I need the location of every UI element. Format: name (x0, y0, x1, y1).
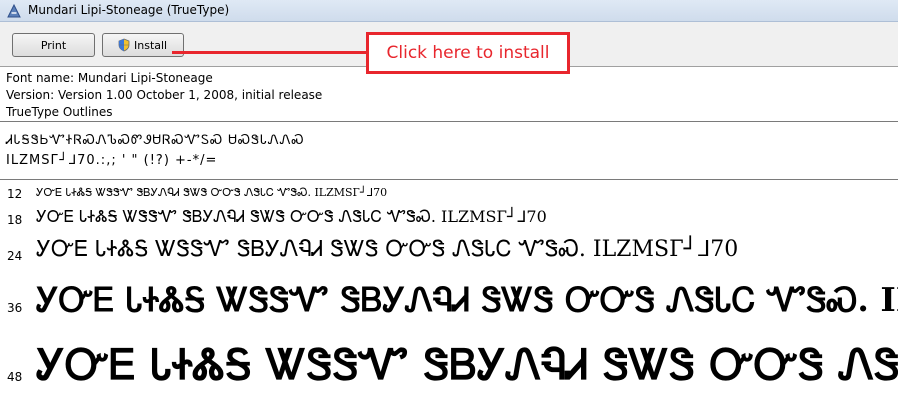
size-label: 24 (7, 249, 23, 263)
charset-line-letters: ᏗᏓᎦᏕᏏᏉᏐᏒᏍᏁᏖᏍᏛᏭᏌᏒᏍᏉᏚᏍ ᏌᏍᏕᏓᏁᏁᏍ (6, 133, 305, 148)
sample-text: ᎩᏅᎬ ᏓᏐᏜᎦ ᏔᏕᏕᏉ ᏕᏴᎩᏁᏄᏗ ᏕᏔᏕ ᏅᏅᏕ ᏁᏕᏓᏟ ᏉᏕᏍ. I… (36, 280, 898, 319)
uac-shield-icon (118, 38, 130, 52)
callout-text: Click here to install (386, 43, 550, 63)
title-bar: Mundari Lipi-Stoneage (TrueType) (0, 0, 898, 22)
sample-text: ᎩᏅᎬ ᏓᏐᏜᎦ ᏔᏕᏕᏉ ᏕᏴᎩᏁᏄᏗ ᏕᏔᏕ ᏅᏅᏕ ᏁᏕᏓᏟ ᏉᏕᏍ. I… (36, 207, 547, 226)
size-label: 18 (7, 213, 23, 227)
size-label: 12 (7, 187, 23, 201)
divider (0, 121, 898, 122)
sample-row-24: 24 ᎩᏅᎬ ᏓᏐᏜᎦ ᏔᏕᏕᏉ ᏕᏴᎩᏁᏄᏗ ᏕᏔᏕ ᏅᏅᏕ ᏁᏕᏓᏟ ᏉᏕᏍ… (0, 234, 898, 276)
install-button-label: Install (134, 38, 168, 52)
size-label: 36 (7, 301, 23, 315)
font-info: Font name: Mundari Lipi-Stoneage Version… (6, 70, 322, 121)
font-version-line: Version: Version 1.00 October 1, 2008, i… (6, 88, 323, 102)
sample-text: ᎩᏅᎬ ᏓᏐᏜᎦ ᏔᏕᏕᏉ ᏕᏴᎩᏁᏄᏗ ᏕᏔᏕ ᏅᏅᏕ ᏁᏕᏓᏟ ᏉᏕᏍ. I… (36, 237, 739, 262)
sample-row-18: 18 ᎩᏅᎬ ᏓᏐᏜᎦ ᏔᏕᏕᏉ ᏕᏴᎩᏁᏄᏗ ᏕᏔᏕ ᏅᏅᏕ ᏁᏕᏓᏟ ᏉᏕᏍ… (0, 205, 898, 233)
character-set: ᏗᏓᎦᏕᏏᏉᏐᏒᏍᏁᏖᏍᏛᏭᏌᏒᏍᏉᏚᏍ ᏌᏍᏕᏓᏁᏁᏍ ILZMSГ┘ᒧ70.… (6, 131, 305, 171)
install-callout: Click here to install (366, 32, 570, 74)
font-name-line: Font name: Mundari Lipi-Stoneage (6, 71, 213, 85)
sample-row-36: 36 ᎩᏅᎬ ᏓᏐᏜᎦ ᏔᏕᏕᏉ ᏕᏴᎩᏁᏄᏗ ᏕᏔᏕ ᏅᏅᏕ ᏁᏕᏓᏟ ᏉᏕᏍ… (0, 276, 898, 336)
sample-row-48: 48 ᎩᏅᎬ ᏓᏐᏜᎦ ᏔᏕᏕᏉ ᏕᏴᎩᏁᏄᏗ ᏕᏔᏕ ᏅᏅᏕ ᏁᏕ (0, 338, 898, 403)
window-title: Mundari Lipi-Stoneage (TrueType) (28, 3, 230, 17)
sample-row-12: 12 ᎩᏅᎬ ᏓᏐᏜᎦ ᏔᏕᏕᏉ ᏕᏴᎩᏁᏄᏗ ᏕᏔᏕ ᏅᏅᏕ ᏁᏕᏓᏟ ᏉᏕᏍ… (0, 184, 898, 204)
print-button[interactable]: Print (12, 33, 95, 57)
font-viewer-icon (7, 3, 21, 18)
size-label: 48 (7, 370, 23, 384)
sample-text: ᎩᏅᎬ ᏓᏐᏜᎦ ᏔᏕᏕᏉ ᏕᏴᎩᏁᏄᏗ ᏕᏔᏕ ᏅᏅᏕ ᏁᏕᏓᏟ ᏉᏕᏍ. I… (36, 186, 388, 199)
divider (0, 179, 898, 180)
print-button-label: Print (40, 38, 67, 52)
sample-text: ᎩᏅᎬ ᏓᏐᏜᎦ ᏔᏕᏕᏉ ᏕᏴᎩᏁᏄᏗ ᏕᏔᏕ ᏅᏅᏕ ᏁᏕ (36, 340, 898, 389)
annotation-pointer-line (172, 51, 367, 54)
charset-line-symbols: ILZMSГ┘ᒧ70.:,; ' " (!?) +-*/= (6, 153, 218, 168)
font-type-line: TrueType Outlines (6, 105, 113, 119)
